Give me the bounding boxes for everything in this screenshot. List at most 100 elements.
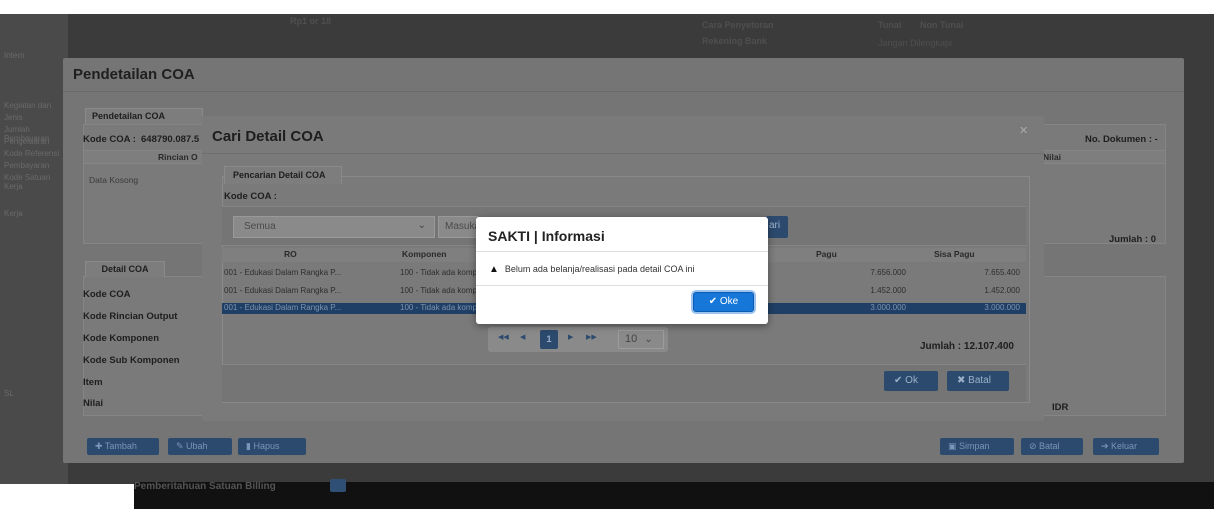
divider	[476, 251, 768, 252]
page-current[interactable]: 1	[540, 330, 558, 349]
dialog-title: SAKTI | Informasi	[488, 228, 605, 244]
kode-coa-value: 648790.087.5	[141, 134, 200, 145]
tambah-label: Tambah	[104, 441, 137, 451]
bg-left-text: Intern	[4, 51, 25, 60]
cell-sisa-pagu: 1.452.000	[984, 286, 1020, 295]
dialog-message-row: ▲ Belum ada belanja/realisasi pada detail…	[489, 264, 695, 275]
oke-button[interactable]: ✔ Oke	[693, 292, 754, 312]
warning-icon: ▲	[489, 264, 499, 275]
cell-ro: 001 - Edukasi Dalam Rangka P...	[224, 303, 342, 312]
bg-top-text: Tunai	[878, 20, 902, 30]
ok-label: Ok	[905, 375, 918, 386]
modal-title: Cari Detail COA	[212, 128, 324, 145]
col-ro: RO	[284, 249, 297, 259]
bg-search-button	[330, 479, 346, 492]
filter-select-value: Semua	[244, 221, 276, 232]
bg-left-text: Pembayaran	[4, 161, 50, 170]
bg-left-text: SL	[4, 389, 14, 398]
jumlah-total: Jumlah : 12.107.400	[920, 341, 1014, 352]
bg-left-text: Kerja	[4, 209, 23, 218]
last-page-icon[interactable]: ▶▶	[586, 333, 597, 341]
plus-icon: ✚	[95, 441, 105, 451]
col-pagu: Pagu	[816, 249, 837, 259]
bg-left-text: Kode Satuan Kerja	[4, 173, 51, 191]
keluar-button[interactable]: ➔ Keluar	[1093, 438, 1159, 455]
field-kode-sub-komponen: Kode Sub Komponen	[83, 355, 180, 366]
close-icon[interactable]: ✕	[1019, 124, 1028, 137]
currency-label: IDR	[1052, 402, 1069, 413]
field-nilai: Nilai	[83, 398, 104, 409]
cell-sisa-pagu: 7.655.400	[984, 268, 1020, 277]
ok-button[interactable]: ✔ Ok	[884, 371, 938, 391]
field-kode-coa: Kode COA	[83, 289, 131, 300]
info-dialog: SAKTI | Informasi ▲ Belum ada belanja/rea…	[476, 217, 768, 324]
bg-top-text: Jangan Dilengkapi	[878, 38, 953, 48]
batal-button[interactable]: ✖ Batal	[947, 371, 1009, 391]
batal-button[interactable]: ⊘ Batal	[1021, 438, 1083, 455]
divider	[63, 91, 1184, 92]
bg-bottom-bar	[134, 482, 1214, 509]
col-sisa-pagu: Sisa Pagu	[934, 249, 975, 259]
empty-text: Data Kosong	[89, 175, 139, 185]
tambah-button[interactable]: ✚ Tambah	[87, 438, 159, 455]
cari-button[interactable]: ari	[766, 216, 788, 238]
cell-sisa-pagu: 3.000.000	[984, 303, 1020, 312]
next-page-icon[interactable]: ▶	[568, 333, 573, 341]
col-rincian: Rincian O	[158, 152, 198, 162]
bg-left-text: Kode Referensi	[4, 149, 60, 158]
kode-coa-label: Kode COA :	[224, 191, 277, 202]
chevron-down-icon: ⌄	[644, 334, 653, 345]
divider	[202, 153, 1044, 154]
first-page-icon[interactable]: ◀◀	[498, 333, 509, 341]
bg-top-text: Rekening Bank	[702, 36, 768, 46]
col-nilai: Nilai	[1043, 152, 1061, 162]
chevron-down-icon: ⌄	[417, 220, 426, 231]
kode-coa-label: Kode COA :	[83, 134, 136, 145]
page-size-value: 10	[625, 333, 638, 345]
cancel-icon: ⊘	[1029, 441, 1040, 451]
search-input[interactable]: Masukan kata kunci	[438, 216, 478, 238]
bg-top-text: Non Tunai	[920, 20, 964, 30]
simpan-label: Simpan	[959, 441, 990, 451]
cell-ro: 001 - Edukasi Dalam Rangka P...	[224, 286, 342, 295]
cell-pagu: 7.656.000	[870, 268, 906, 277]
page-size-select[interactable]: 10 ⌄	[618, 330, 664, 349]
no-dokumen: No. Dokumen : -	[1085, 134, 1158, 145]
hapus-button[interactable]: ▮ Hapus	[238, 438, 306, 455]
bg-top-text: Cara Penyetoran	[702, 20, 774, 30]
background-left-panel: Intern Kegiatan dan Jenis Jumlah Pembaya…	[0, 14, 68, 484]
cell-pagu: 1.452.000	[870, 286, 906, 295]
tab-pencarian-detail-coa[interactable]: Pencarian Detail COA	[224, 166, 342, 184]
cell-ro: 001 - Edukasi Dalam Rangka P...	[224, 268, 342, 277]
prev-page-icon[interactable]: ◀	[520, 333, 525, 341]
top-white-strip	[0, 0, 1214, 14]
close-icon: ✖	[957, 375, 969, 386]
divider	[476, 285, 768, 286]
ubah-label: Ubah	[186, 441, 208, 451]
field-kode-rincian-output: Kode Rincian Output	[83, 311, 178, 322]
field-kode-komponen: Kode Komponen	[83, 333, 159, 344]
bg-left-text: Pengeluaran	[4, 137, 50, 146]
batal-label: Batal	[1039, 441, 1060, 451]
bg-top-text: Rp1 or 18	[290, 16, 332, 26]
bg-left-text: Kegiatan dan	[4, 101, 52, 110]
exit-icon: ➔	[1101, 441, 1112, 451]
filter-select[interactable]: Semua ⌄	[233, 216, 435, 238]
pagination: ◀◀ ◀ 1 ▶ ▶▶ 10 ⌄	[488, 327, 668, 352]
simpan-button[interactable]: ▣ Simpan	[940, 438, 1014, 455]
check-icon: ✔	[708, 296, 720, 307]
tab-detail-coa[interactable]: Detail COA	[85, 261, 165, 277]
ubah-button[interactable]: ✎ Ubah	[168, 438, 232, 455]
col-komponen: Komponen	[402, 249, 447, 259]
jumlah-total: Jumlah : 0	[1109, 234, 1156, 245]
bg-left-text: Jenis	[4, 113, 23, 122]
cell-pagu: 3.000.000	[870, 303, 906, 312]
edit-icon: ✎	[176, 441, 187, 451]
keluar-label: Keluar	[1111, 441, 1138, 451]
bg-bottom-text: Pemberitahuan Satuan Billing	[134, 481, 276, 492]
modal-title: Pendetailan COA	[73, 66, 195, 83]
oke-label: Oke	[719, 296, 739, 307]
save-icon: ▣	[948, 441, 960, 451]
tab-pendetailan-coa[interactable]: Pendetailan COA	[85, 108, 203, 124]
hapus-label: Hapus	[253, 441, 280, 451]
